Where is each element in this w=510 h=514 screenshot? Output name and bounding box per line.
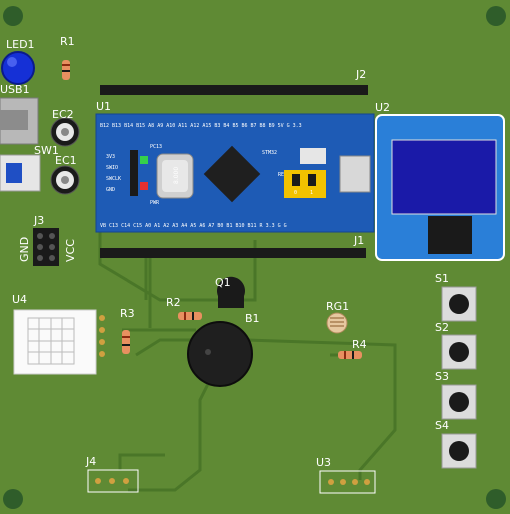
u3-label: U3 <box>316 456 331 469</box>
q1: Q1 <box>215 276 245 308</box>
pc13-label: PC13 <box>150 144 162 150</box>
buzzer-icon <box>187 321 253 387</box>
ec1: EC1 <box>50 154 80 195</box>
q1-label: Q1 <box>215 276 231 289</box>
u4-label: U4 <box>12 293 27 306</box>
ec2-label: EC2 <box>52 108 74 121</box>
ec1-label: EC1 <box>55 154 77 167</box>
b1-label: B1 <box>245 312 260 325</box>
bluepill-top-pins: B12 B13 B14 B15 A8 A9 A10 A11 A12 A15 B3… <box>100 123 302 129</box>
s3-label: S3 <box>435 370 449 383</box>
led1-label: LED1 <box>6 38 35 51</box>
pwr-led <box>140 182 148 190</box>
mounting-hole-icon <box>486 489 506 509</box>
boot-pin-0: 0 <box>294 190 297 196</box>
u1-label: U1 <box>96 100 111 113</box>
j2-label: J2 <box>355 68 366 81</box>
boot-jumpers[interactable] <box>284 170 326 198</box>
mounting-hole-icon <box>3 489 23 509</box>
led-icon <box>1 51 35 85</box>
s1-label: S1 <box>435 272 449 285</box>
u2-oled: U2 <box>375 101 505 261</box>
photoresistor-icon <box>326 312 348 334</box>
r3-label: R3 <box>120 307 135 320</box>
crystal-label: 8.000 <box>173 167 180 184</box>
s4-label: S4 <box>435 419 449 432</box>
j4-label: J4 <box>85 455 96 468</box>
swd-pin-3v3: 3V3 <box>106 154 115 160</box>
swd-pin-swclk: SWCLK <box>106 176 121 182</box>
r1-label: R1 <box>60 35 75 48</box>
u2-label: U2 <box>375 101 390 114</box>
boot-pin-1: 1 <box>310 190 313 196</box>
r4-label: R4 <box>352 338 367 351</box>
usb1-label: USB1 <box>0 83 30 96</box>
rg1-label: RG1 <box>326 300 349 313</box>
mcu-label: STM32 <box>262 150 277 156</box>
swd-pin-swio: SWIO <box>106 165 118 171</box>
pcb-board: LED1 R1 USB1 EC2 SW1 EC1 J3 GND VCC J2 B… <box>0 0 510 514</box>
bluepill-bottom-pins: VB C13 C14 C15 A0 A1 A2 A3 A4 A5 A6 A7 B… <box>100 223 287 229</box>
micro-usb-port[interactable] <box>339 155 371 193</box>
mounting-hole-icon <box>3 6 23 26</box>
u1-bluepill: B12 B13 B14 B15 A8 A9 A10 A11 A12 A15 B3… <box>95 100 375 233</box>
j3-vcc-label: VCC <box>64 239 77 262</box>
s2-label: S2 <box>435 321 449 334</box>
pc13-led <box>140 156 148 164</box>
swd-pin-gnd: GND <box>106 187 115 193</box>
led1: LED1 <box>1 38 35 85</box>
pwr-label: PWR <box>150 200 160 206</box>
j3-label: J3 <box>33 214 44 227</box>
reset-button[interactable] <box>300 148 326 164</box>
r2-label: R2 <box>166 296 181 309</box>
j3-gnd-label: GND <box>18 237 31 262</box>
mounting-hole-icon <box>486 6 506 26</box>
j1-label: J1 <box>353 234 364 247</box>
